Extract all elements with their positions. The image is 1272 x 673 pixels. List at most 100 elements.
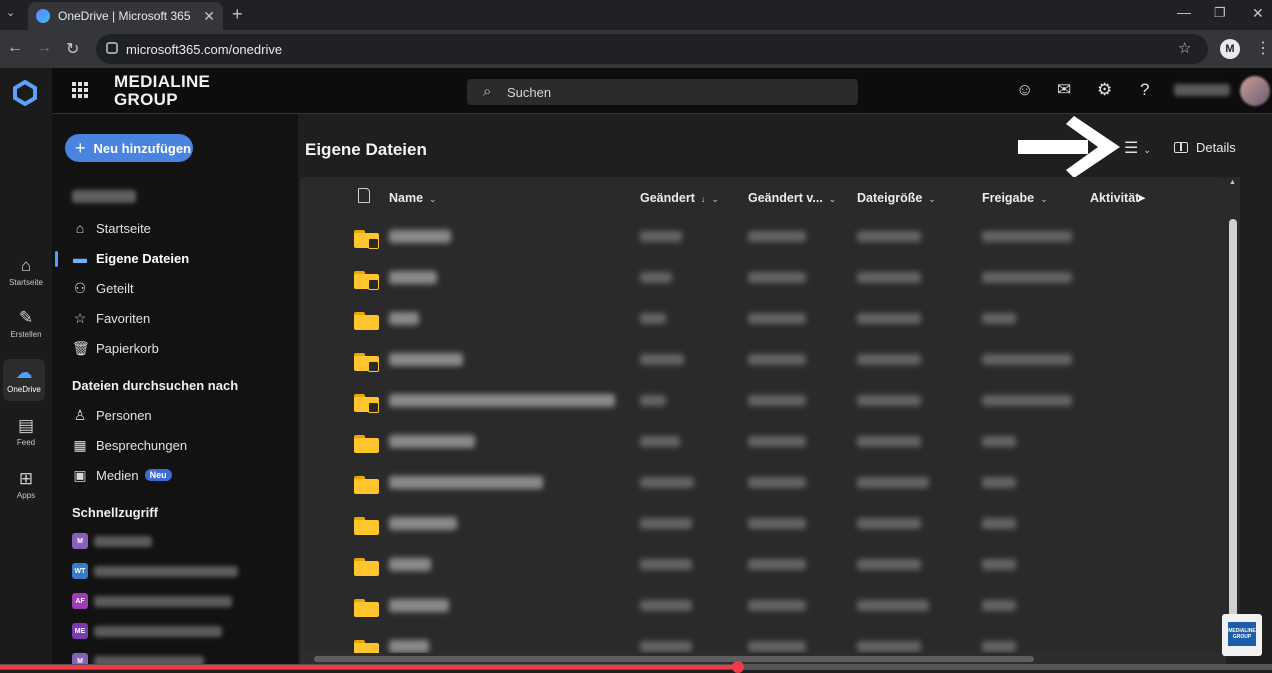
sidebar-item-medien[interactable]: ▣ Medien Neu	[72, 465, 172, 485]
horizontal-scroll-thumb[interactable]	[314, 656, 1034, 662]
tab-search-icon[interactable]: ⌄	[6, 6, 15, 19]
browser-tab[interactable]: OneDrive | Microsoft 365 ✕	[28, 2, 223, 30]
column-header-activity[interactable]: Aktivität	[1090, 191, 1139, 205]
sidebar-item-besprechungen[interactable]: ▦ Besprechungen	[72, 435, 187, 455]
minimize-icon[interactable]: —	[1177, 4, 1191, 20]
person-icon: ♙	[73, 406, 87, 423]
m365-logo-icon[interactable]	[12, 79, 38, 107]
file-name[interactable]	[389, 558, 431, 571]
sidebar-item-favoriten[interactable]: ☆ Favoriten	[72, 308, 150, 328]
table-row[interactable]	[300, 587, 1226, 628]
shared-folder-icon	[354, 271, 379, 290]
sidebar-item-papierkorb[interactable]: 🗑 Papierkorb	[72, 338, 159, 358]
avatar[interactable]	[1240, 76, 1270, 106]
window-close-icon[interactable]: ✕	[1252, 5, 1264, 22]
details-label: Details	[1196, 140, 1236, 155]
details-button[interactable]: Details	[1174, 140, 1236, 155]
table-row[interactable]	[300, 464, 1226, 505]
table-row[interactable]	[300, 341, 1226, 382]
sharing-status	[982, 518, 1016, 529]
sidebar-item-startseite[interactable]: ⌂ Startseite	[72, 218, 151, 238]
table-row[interactable]	[300, 505, 1226, 546]
modified-date	[640, 313, 666, 324]
search-input[interactable]: ⌕ Suchen	[467, 79, 858, 105]
watermark-logo: MEDIALINE GROUP	[1222, 614, 1262, 656]
sidebar-item-label: Eigene Dateien	[96, 250, 190, 266]
sidebar-item-geteilt[interactable]: ⚇ Geteilt	[72, 278, 134, 298]
file-name[interactable]	[389, 476, 543, 489]
file-name[interactable]	[389, 435, 475, 448]
whats-new-icon[interactable]: ✉	[1057, 80, 1071, 100]
sidebar-item-personen[interactable]: ♙ Personen	[72, 405, 152, 425]
site-icon: AF	[72, 593, 88, 609]
file-name[interactable]	[389, 230, 451, 243]
folder-icon	[354, 435, 379, 453]
file-name[interactable]	[389, 353, 463, 366]
column-header-sharing[interactable]: Freigabe ⌄	[982, 191, 1048, 205]
rail-item-onedrive[interactable]: ☁ OneDrive	[3, 359, 45, 401]
app-launcher-icon[interactable]	[72, 82, 88, 98]
quick-access-item[interactable]: WT	[72, 562, 238, 580]
video-progress-bar[interactable]	[0, 661, 1272, 673]
table-row[interactable]	[300, 382, 1226, 423]
column-header-modified-by[interactable]: Geändert v... ⌄	[748, 191, 836, 205]
help-icon[interactable]: ?	[1140, 80, 1149, 100]
column-header-name[interactable]: Name ⌄	[389, 191, 437, 205]
add-new-button[interactable]: + Neu hinzufügen	[65, 134, 193, 162]
sidebar: + Neu hinzufügen ⌂ Startseite ▬ Eigene D…	[52, 114, 298, 670]
rail-item-apps[interactable]: ⊞ Apps	[0, 469, 52, 500]
quick-access-item[interactable]: AF	[72, 592, 232, 610]
table-row[interactable]	[300, 259, 1226, 300]
rail-item-feed[interactable]: ▤ Feed	[0, 416, 52, 447]
sharing-status	[982, 272, 1072, 283]
sharing-status	[982, 231, 1072, 242]
url-field[interactable]: microsoft365.com/onedrive ☆	[96, 34, 1208, 64]
restore-icon[interactable]: ❐	[1214, 5, 1226, 21]
brand-logo[interactable]: MEDIALINE GROUP	[114, 73, 210, 109]
table-row[interactable]	[300, 218, 1226, 259]
url-text: microsoft365.com/onedrive	[126, 41, 283, 57]
modified-date	[640, 436, 680, 447]
file-name[interactable]	[389, 394, 615, 407]
settings-gear-icon[interactable]: ⚙	[1097, 80, 1112, 100]
back-icon[interactable]: ←	[7, 39, 23, 57]
profile-name[interactable]	[1174, 84, 1230, 96]
new-badge: Neu	[144, 469, 172, 481]
file-name[interactable]	[389, 312, 419, 325]
sort-options-icon[interactable]: ☰ ⌄	[1124, 138, 1151, 158]
quick-access-label	[94, 595, 232, 607]
rail-label: Startseite	[9, 278, 43, 287]
file-name[interactable]	[389, 271, 437, 284]
forward-icon[interactable]: →	[36, 39, 52, 57]
sidebar-item-eigene-dateien[interactable]: ▬ Eigene Dateien	[72, 248, 189, 268]
table-row[interactable]	[300, 423, 1226, 464]
modified-by	[748, 641, 806, 652]
bookmark-star-icon[interactable]: ☆	[1178, 39, 1191, 57]
profile-extension-icon[interactable]: M	[1220, 39, 1240, 59]
reload-icon[interactable]: ↻	[66, 39, 79, 59]
file-name[interactable]	[389, 640, 429, 653]
file-name[interactable]	[389, 517, 457, 530]
modified-by	[748, 231, 806, 242]
browser-menu-icon[interactable]: ⋮	[1255, 38, 1271, 58]
quick-access-item[interactable]: M	[72, 532, 152, 550]
rail-item-erstellen[interactable]: ✎ Erstellen	[0, 308, 52, 339]
table-row[interactable]	[300, 300, 1226, 341]
scroll-up-icon[interactable]: ▲	[1229, 179, 1236, 186]
video-progress-handle[interactable]	[731, 661, 744, 673]
site-info-icon[interactable]	[106, 42, 118, 54]
rail-label: Apps	[16, 491, 36, 500]
column-header-modified[interactable]: Geändert ↓ ⌄	[640, 191, 719, 205]
feedback-smiley-icon[interactable]: ☺	[1016, 80, 1033, 100]
new-tab-icon[interactable]: +	[232, 4, 243, 25]
column-header-size[interactable]: Dateigröße ⌄	[857, 191, 936, 205]
file-name[interactable]	[389, 599, 449, 612]
quick-access-item[interactable]: ME	[72, 622, 222, 640]
site-icon: WT	[72, 563, 88, 579]
table-row[interactable]	[300, 546, 1226, 587]
vertical-scrollbar[interactable]: ▲	[1226, 177, 1240, 657]
vertical-scroll-thumb[interactable]	[1229, 219, 1237, 649]
trash-icon: 🗑	[72, 339, 90, 356]
tab-close-icon[interactable]: ✕	[203, 8, 215, 25]
rail-item-startseite[interactable]: ⌂ Startseite	[0, 256, 52, 287]
